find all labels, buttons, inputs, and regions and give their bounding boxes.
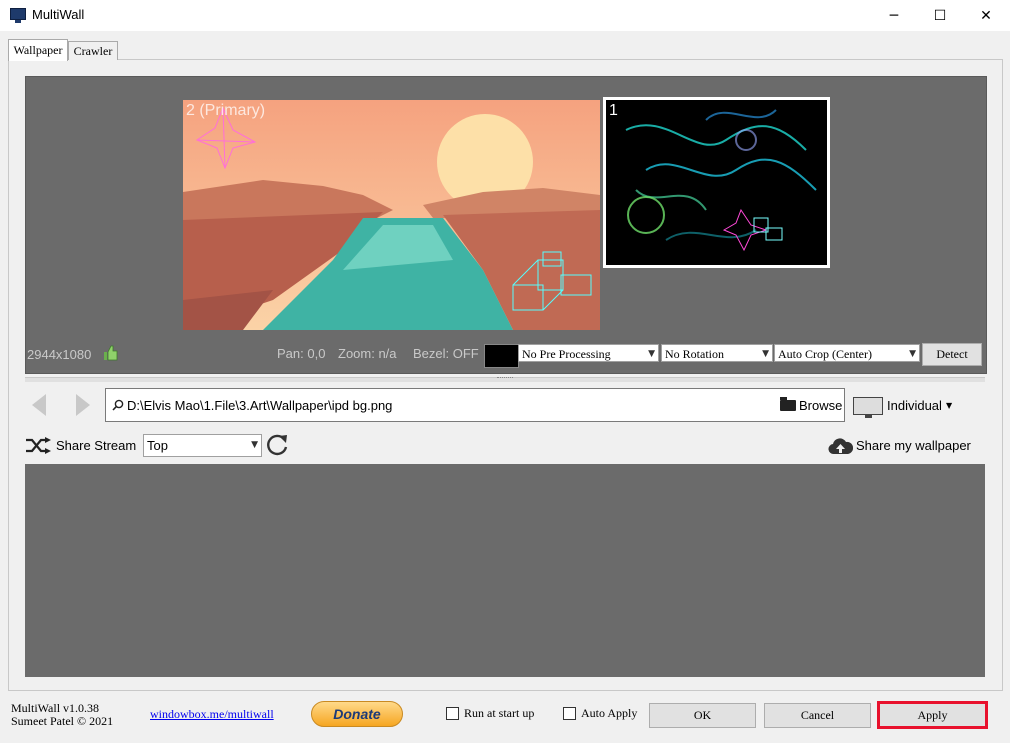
maximize-icon[interactable]: ☐: [917, 0, 963, 31]
folder-icon: [780, 396, 796, 411]
checkbox-box[interactable]: [446, 707, 459, 720]
crop-value: Auto Crop (Center): [778, 347, 872, 361]
next-arrow-icon[interactable]: [72, 392, 94, 418]
splitter-grip[interactable]: [497, 377, 513, 381]
tab-crawler[interactable]: Crawler: [68, 41, 118, 60]
title-bar: [0, 0, 1010, 31]
author-text: Sumeet Patel © 2021: [11, 714, 114, 728]
rotation-select[interactable]: No Rotation ▼: [661, 344, 773, 362]
cancel-button[interactable]: Cancel: [764, 703, 871, 728]
cloud-upload-icon[interactable]: [828, 437, 853, 455]
search-icon: [112, 399, 124, 411]
close-icon[interactable]: ✕: [963, 0, 1009, 31]
mode-value: Individual: [887, 398, 942, 413]
auto-apply-checkbox[interactable]: Auto Apply: [563, 706, 637, 721]
chevron-down-icon: ▼: [909, 349, 916, 359]
browse-button[interactable]: Browse: [780, 396, 842, 414]
rotation-value: No Rotation: [665, 347, 724, 361]
apply-button[interactable]: Apply: [877, 701, 988, 729]
ok-button[interactable]: OK: [649, 703, 756, 728]
chevron-down-icon: ▼: [251, 440, 258, 450]
run-at-startup-label: Run at start up: [464, 706, 535, 720]
sort-select[interactable]: Top ▼: [143, 434, 262, 457]
share-wallpaper-label[interactable]: Share my wallpaper: [856, 438, 971, 453]
refresh-icon[interactable]: [266, 433, 290, 457]
website-link[interactable]: windowbox.me/multiwall: [150, 707, 274, 722]
wallpaper-neon-image: [606, 100, 827, 265]
display-icon[interactable]: [853, 397, 883, 418]
browse-label: Browse: [799, 397, 843, 413]
window-title: MultiWall: [32, 7, 85, 22]
crop-select[interactable]: Auto Crop (Center) ▼: [774, 344, 920, 362]
pre-processing-select[interactable]: No Pre Processing ▼: [518, 344, 659, 362]
chevron-down-icon: ▼: [648, 349, 655, 359]
shuffle-icon[interactable]: [25, 437, 51, 454]
thumbs-up-icon[interactable]: [104, 345, 118, 361]
pan-text: Pan: 0,0: [277, 346, 326, 361]
detect-button[interactable]: Detect: [922, 343, 982, 366]
bezel-text[interactable]: Bezel: OFF: [413, 346, 479, 361]
share-stream-label[interactable]: Share Stream: [56, 438, 136, 453]
resolution-text: 2944x1080: [27, 347, 92, 362]
donate-button[interactable]: Donate: [311, 701, 403, 727]
mode-dropdown[interactable]: Individual ▼: [887, 398, 952, 414]
background-color-swatch[interactable]: [484, 344, 519, 368]
monitor-secondary-label: 1: [609, 102, 618, 119]
minimize-icon[interactable]: ─: [871, 0, 917, 31]
wallpaper-path-value: D:\Elvis Mao\1.File\3.Art\Wallpaper\ipd …: [127, 398, 393, 413]
monitor-primary-wallpaper[interactable]: [183, 100, 600, 330]
checkbox-box[interactable]: [563, 707, 576, 720]
zoom-text: Zoom: n/a: [338, 346, 397, 361]
monitor-secondary-wallpaper[interactable]: [603, 97, 830, 268]
monitor-primary-label: 2 (Primary): [186, 102, 266, 119]
version-info: MultiWall v1.0.38 Sumeet Patel © 2021: [11, 702, 113, 728]
chevron-down-icon: ▼: [762, 349, 769, 359]
caret-down-icon: ▼: [945, 401, 953, 410]
run-at-startup-checkbox[interactable]: Run at start up: [446, 706, 534, 721]
wallpaper-landscape-image: [183, 100, 600, 330]
pre-processing-value: No Pre Processing: [522, 347, 611, 361]
previous-arrow-icon[interactable]: [28, 392, 50, 418]
app-icon: [10, 8, 26, 23]
auto-apply-label: Auto Apply: [581, 706, 638, 720]
share-stream-area: [25, 464, 985, 677]
sort-value: Top: [147, 438, 168, 453]
tab-wallpaper[interactable]: Wallpaper: [8, 39, 68, 61]
